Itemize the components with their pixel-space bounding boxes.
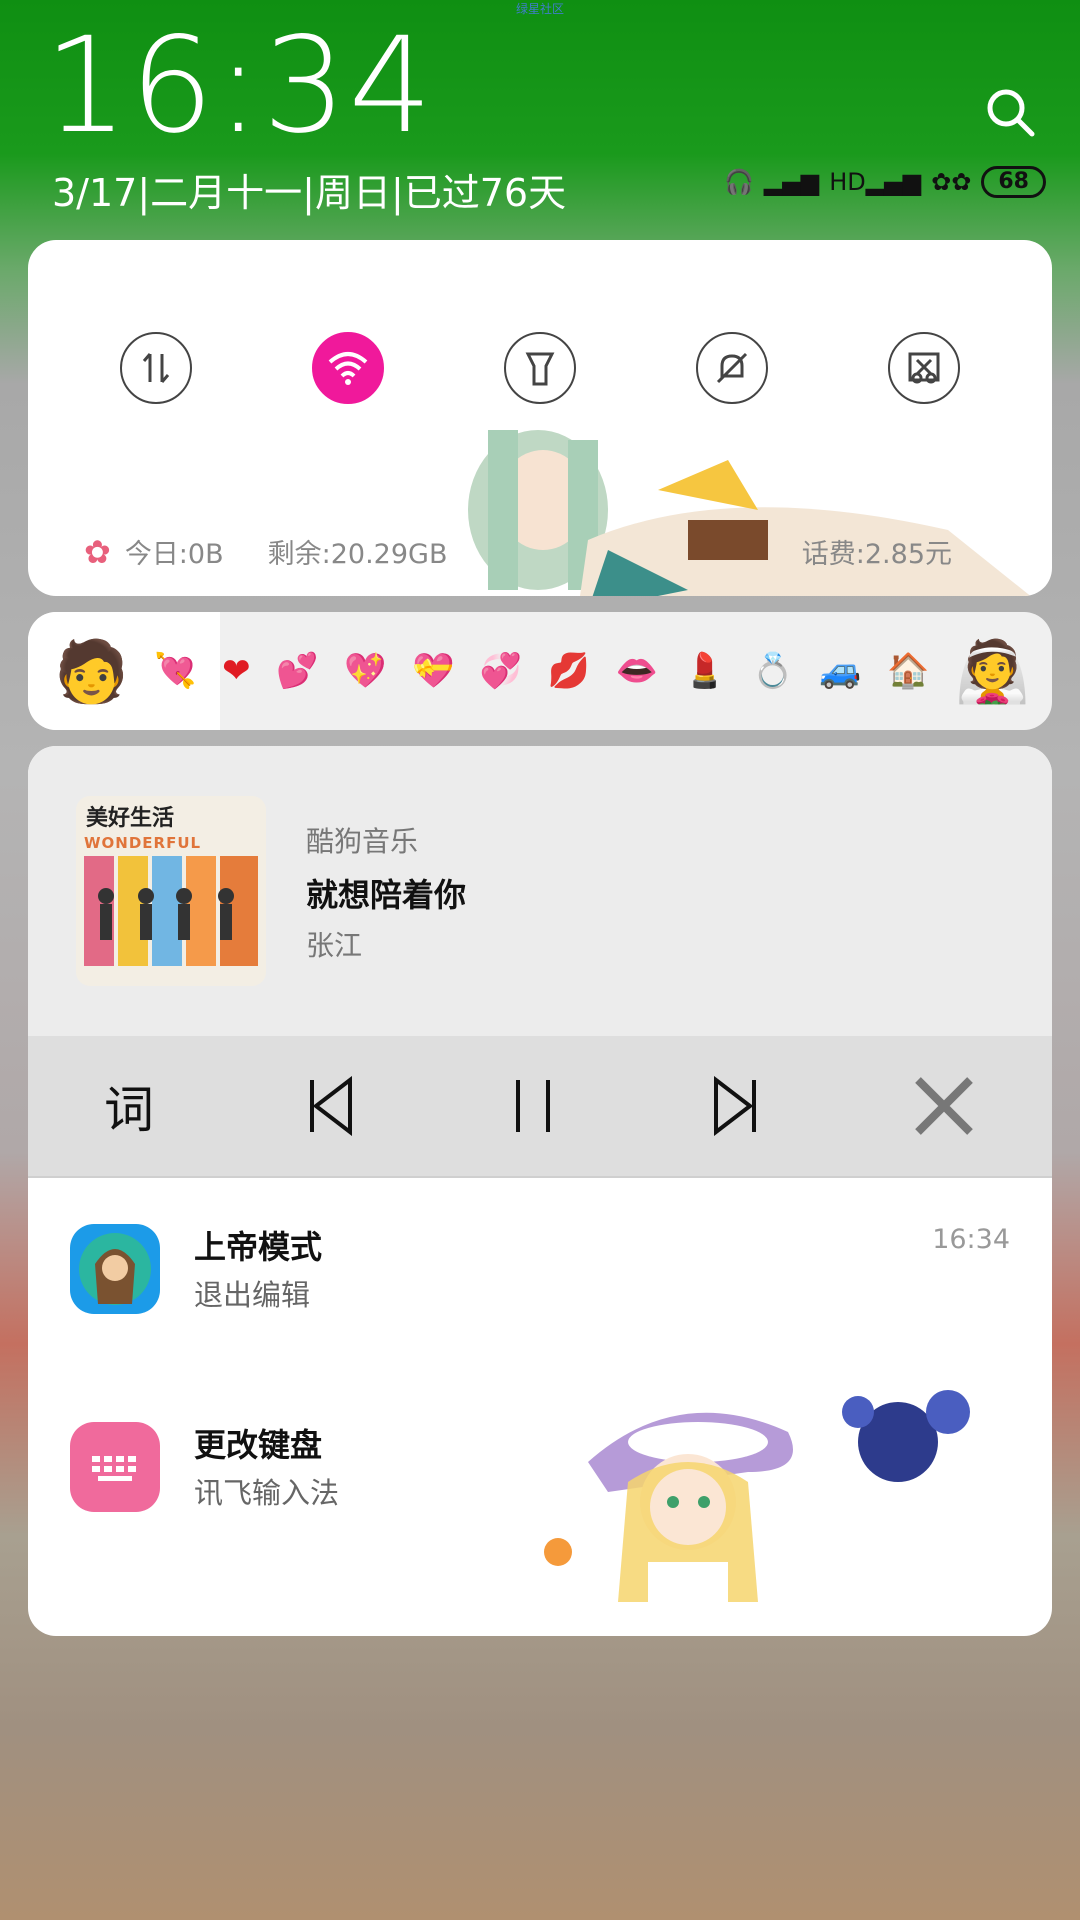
notification-subtitle: 讯飞输入法: [194, 1476, 340, 1510]
notification-title: 更改键盘: [194, 1426, 323, 1464]
status-bar: 🎧 ▂▄▆ HD▂▄▆ ✿✿ 68: [724, 166, 1046, 198]
emoji-item: 💝: [411, 651, 455, 691]
emoji-item: 💘: [154, 651, 197, 691]
close-icon[interactable]: [912, 1074, 976, 1138]
boy-sticker-icon: 🧑: [54, 636, 129, 707]
notification-subtitle: 退出编辑: [194, 1278, 311, 1312]
wifi-icon: [328, 352, 368, 385]
flashlight-button[interactable]: [504, 332, 576, 404]
clock-time: 16:34: [44, 9, 435, 163]
emoji-item: 👄: [615, 651, 658, 691]
emoji-item: 🚙: [819, 651, 862, 691]
search-icon[interactable]: [984, 86, 1036, 138]
clock-date: 3/17|二月十一|周日|已过76天: [52, 171, 567, 215]
emoji-item: 💍: [751, 651, 794, 691]
signal-icon: ▂▄▆: [763, 168, 820, 196]
emoji-item: 🏠: [887, 651, 930, 691]
data-toggle-button[interactable]: [120, 332, 192, 404]
flashlight-icon: [525, 352, 555, 386]
today-usage: 今日:0B: [124, 539, 224, 570]
quick-settings-panel: ✿ 今日:0B 剩余:20.29GB 话费:2.85元: [28, 240, 1052, 596]
headphone-icon: 🎧: [723, 168, 754, 196]
song-artist: 张江: [306, 929, 363, 962]
data-usage-row: ✿ 今日:0B 剩余:20.29GB 话费:2.85元: [84, 532, 996, 571]
notification-time: 16:34: [932, 1224, 1010, 1255]
screenshot-button[interactable]: [888, 332, 960, 404]
lyrics-button[interactable]: 词: [104, 1070, 154, 1142]
notification-item[interactable]: 更改键盘 讯飞输入法: [70, 1412, 1010, 1522]
album-cover: 美好生活 WONDERFUL: [76, 796, 266, 986]
album-title: 美好生活: [86, 806, 175, 831]
emoji-item: 💞: [479, 651, 523, 691]
phone-fee: 话费:2.85元: [801, 539, 952, 570]
emoji-item: 💋: [547, 651, 591, 691]
data-toggle-icon: [142, 353, 170, 383]
pause-icon[interactable]: [508, 1076, 558, 1136]
notification-item[interactable]: 上帝模式 退出编辑 16:34: [70, 1214, 1010, 1324]
wifi-button[interactable]: [312, 332, 384, 404]
screenshot-icon: [908, 352, 940, 384]
emoji-item: 💄: [683, 651, 726, 691]
wifi-status-icon: ✿✿: [931, 168, 972, 196]
song-title: 就想陪着你: [306, 876, 467, 914]
girl-sticker-icon: 👰: [955, 636, 1030, 707]
music-controls: 词: [28, 1036, 1052, 1176]
battery-indicator: 68: [981, 166, 1046, 198]
remaining-data: 剩余:20.29GB: [267, 539, 448, 570]
emoji-item: 💕: [276, 651, 319, 691]
hd-signal-icon: HD▂▄▆: [829, 168, 922, 196]
music-player[interactable]: 美好生活 WONDERFUL 酷狗音乐 就想陪着你 张江: [28, 746, 1052, 1036]
emoji-item: 💖: [344, 651, 387, 691]
god-mode-icon: [70, 1224, 160, 1314]
mute-button[interactable]: [696, 332, 768, 404]
emoji-item: ❤: [222, 651, 251, 691]
notification-title: 上帝模式: [194, 1228, 323, 1266]
previous-icon[interactable]: [306, 1076, 356, 1136]
keyboard-icon: [70, 1422, 160, 1512]
gift-icon: ✿: [84, 532, 111, 571]
mute-icon: [716, 352, 748, 384]
album-word: WONDERFUL: [84, 834, 202, 852]
music-app-name: 酷狗音乐: [306, 825, 419, 858]
notification-panel: 美好生活 WONDERFUL 酷狗音乐 就想陪着你 张江 词 上帝模式 退出编辑…: [28, 746, 1052, 1636]
emoji-decoration-bar: 🧑 💘 ❤ 💕 💖 💝 💞 💋 👄 💄 💍 🚙 🏠 👰: [28, 612, 1052, 730]
next-icon[interactable]: [710, 1076, 760, 1136]
